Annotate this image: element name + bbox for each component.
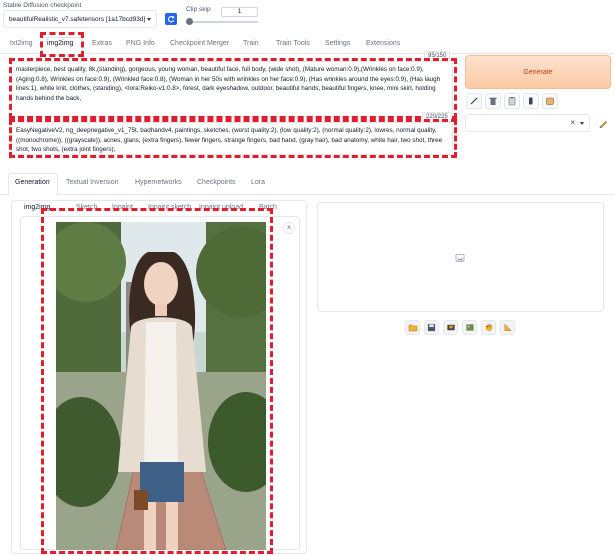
tab-lora[interactable]: Lora xyxy=(251,179,265,186)
negative-prompt-highlight xyxy=(9,119,457,158)
close-image-button[interactable]: × xyxy=(283,222,295,234)
picture-icon xyxy=(465,324,474,331)
send-to-img2img-button[interactable] xyxy=(462,320,477,335)
save-style-icon xyxy=(546,97,554,105)
tab-checkpoints[interactable]: Checkpoints xyxy=(197,179,236,186)
tab-hypernetworks[interactable]: Hypernetworks xyxy=(135,179,182,186)
img2img-tab-highlight xyxy=(40,32,84,57)
tab-png-info[interactable]: PNG Info xyxy=(126,40,155,47)
palette-icon xyxy=(484,323,493,332)
input-image-highlight xyxy=(41,208,273,554)
clip-skip-label: Clip skip xyxy=(186,6,211,13)
tab-checkpoint-merger[interactable]: Checkpoint Merger xyxy=(170,40,229,47)
ruler-triangle-icon xyxy=(504,323,512,331)
checkpoint-label: Stable Diffusion checkpoint xyxy=(3,2,82,9)
tab-train[interactable]: Train xyxy=(243,40,259,47)
generate-button[interactable]: Generate xyxy=(465,55,611,89)
send-to-inpaint-button[interactable] xyxy=(481,320,496,335)
style-button[interactable] xyxy=(504,93,520,109)
tab-txt2img[interactable]: txt2img xyxy=(10,40,33,47)
refresh-icon xyxy=(168,16,175,23)
arrow-diagonal-icon xyxy=(470,97,478,105)
pencil-icon xyxy=(599,120,607,128)
checkpoint-value: beautifulRealistic_v7.safetensors [1a17b… xyxy=(9,15,146,23)
styles-dropdown[interactable]: × xyxy=(465,114,590,132)
tab-extensions[interactable]: Extensions xyxy=(366,40,400,47)
open-folder-button[interactable] xyxy=(405,320,420,335)
card-icon xyxy=(529,97,533,105)
save-button[interactable] xyxy=(424,320,439,335)
edit-styles-button[interactable] xyxy=(596,116,610,130)
zip-icon xyxy=(446,324,455,331)
extra-networks-button[interactable] xyxy=(523,93,539,109)
send-to-extras-button[interactable] xyxy=(500,320,515,335)
clip-skip-slider-thumb[interactable] xyxy=(186,18,193,25)
tab-textual-inversion[interactable]: Textual Inversion xyxy=(66,179,119,186)
prompt-highlight xyxy=(9,58,457,119)
clip-skip-input[interactable]: 1 xyxy=(221,7,258,17)
chevron-down-icon xyxy=(580,122,584,125)
chevron-down-icon xyxy=(147,18,151,21)
folder-icon xyxy=(408,324,417,332)
clip-skip-slider[interactable] xyxy=(186,18,258,25)
save-icon xyxy=(427,323,436,332)
main-tabs-divider xyxy=(0,53,615,54)
trash-button[interactable] xyxy=(485,93,501,109)
clear-styles-icon[interactable]: × xyxy=(570,118,575,127)
tab-extras[interactable]: Extras xyxy=(92,40,112,47)
clipboard-icon xyxy=(508,97,516,106)
zip-button[interactable] xyxy=(443,320,458,335)
sub-tabs-divider xyxy=(0,194,615,195)
checkpoint-dropdown[interactable]: beautifulRealistic_v7.safetensors [1a17b… xyxy=(3,10,157,28)
image-placeholder-icon xyxy=(455,254,465,262)
tab-train-tools[interactable]: Train Tools xyxy=(276,40,310,47)
read-params-button[interactable] xyxy=(466,93,482,109)
save-style-button[interactable] xyxy=(542,93,558,109)
refresh-button[interactable] xyxy=(165,13,177,25)
tab-generation[interactable]: Generation xyxy=(15,179,50,186)
tab-settings[interactable]: Settings xyxy=(325,40,350,47)
trash-icon xyxy=(489,97,497,105)
